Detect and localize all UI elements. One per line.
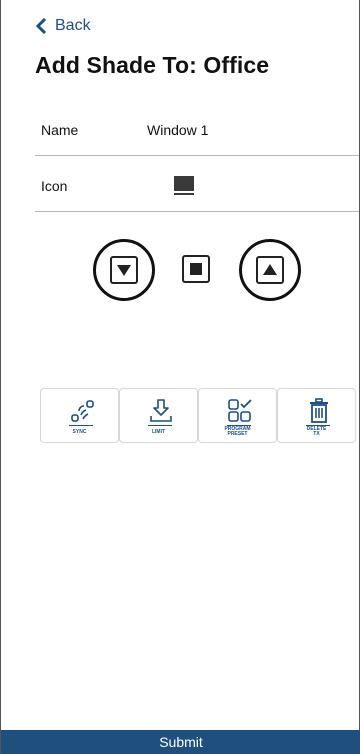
shade-icon[interactable] <box>174 176 194 196</box>
back-label: Back <box>55 17 91 34</box>
stop-button[interactable] <box>182 255 210 283</box>
triangle-up-icon <box>263 264 277 275</box>
program-preset-button[interactable]: PROGRAM PRESET <box>198 388 277 443</box>
limit-button[interactable]: LIMIT <box>119 388 198 443</box>
delete-tx-label: DELETE TX <box>306 426 327 437</box>
app-screen: Back Add Shade To: Office Name Window 1 … <box>0 0 360 754</box>
sync-button[interactable]: SYNC <box>40 388 119 443</box>
trash-icon <box>310 398 328 423</box>
name-row: Name Window 1 <box>35 104 359 156</box>
up-button[interactable] <box>256 256 284 284</box>
shade-controls <box>1 232 360 302</box>
name-label: Name <box>41 121 79 138</box>
icon-row: Icon <box>35 160 359 212</box>
tool-buttons: SYNC LIMIT PROGRAM PRESET DELETE TX <box>40 388 356 443</box>
back-button[interactable]: Back <box>35 17 91 35</box>
program-preset-label: PROGRAM PRESET <box>224 426 251 437</box>
icon-label: Icon <box>41 177 68 194</box>
chevron-left-icon <box>35 18 47 34</box>
name-field[interactable]: Window 1 <box>147 122 208 138</box>
square-stop-icon <box>190 263 202 275</box>
page-title: Add Shade To: Office <box>35 52 270 78</box>
sync-wireless-icon <box>71 400 94 422</box>
program-preset-icon <box>228 399 252 422</box>
submit-button[interactable]: Submit <box>1 730 360 754</box>
limit-label: LIMIT <box>151 429 166 435</box>
down-button[interactable] <box>110 256 138 284</box>
triangle-down-icon <box>117 265 131 276</box>
limit-download-icon <box>150 399 172 422</box>
sync-label: SYNC <box>72 429 87 435</box>
delete-tx-button[interactable]: DELETE TX <box>277 388 356 443</box>
